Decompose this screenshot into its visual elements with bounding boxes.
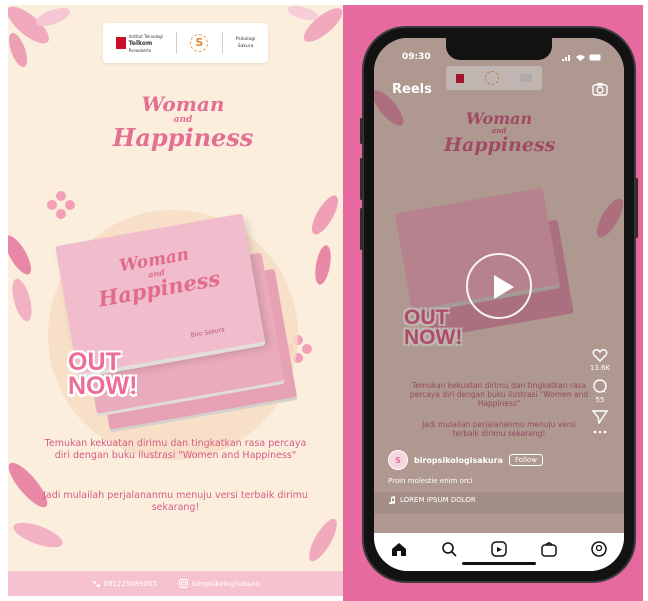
home-icon[interactable] — [391, 542, 407, 557]
share-action[interactable] — [592, 410, 608, 424]
like-action[interactable]: 13.6K — [590, 348, 610, 372]
reel-side-actions: 13.6K 55 — [586, 348, 614, 434]
more-action[interactable] — [593, 430, 607, 434]
canvas: Institut Teknologi Telkom Purwokerto S P… — [0, 0, 648, 601]
battery-icon — [589, 54, 601, 60]
nav-shop[interactable] — [539, 539, 559, 559]
leaf-decoration-top-left — [8, 6, 71, 68]
signal-icon — [562, 54, 570, 61]
poster-call-to-action: Jadi mulailah perjalananmu menuju versi … — [43, 490, 308, 513]
instagram-icon — [178, 579, 188, 588]
reel-caption[interactable]: Proin molestie enim orci — [388, 477, 472, 485]
username[interactable]: biropsikologisakura — [414, 456, 503, 465]
telkom-logo-line3: Purwokerto — [128, 47, 152, 53]
book-cover-title: Woman and Happiness — [89, 240, 226, 311]
book-author: Biro Sakura — [190, 326, 226, 340]
heart-icon[interactable] — [592, 348, 608, 362]
partner-logos-bar: Institut Teknologi Telkom Purwokerto S P… — [103, 23, 268, 63]
reels-icon[interactable] — [491, 541, 507, 557]
out-now-line-1: OUT — [68, 348, 121, 376]
poster-description: Temukan kekuatan dirimu dan tingkatkan r… — [44, 438, 307, 461]
nav-reels[interactable] — [489, 539, 509, 559]
sakura-s-logo: S — [190, 34, 209, 52]
logo-divider — [176, 32, 178, 54]
more-icon[interactable] — [593, 430, 607, 434]
title-line-1: Woman — [141, 92, 225, 116]
telkom-logo-line1: Institut Teknologi — [128, 33, 163, 39]
search-icon[interactable] — [441, 541, 457, 557]
send-icon[interactable] — [592, 410, 608, 424]
psikologi-logo-line1: Psikologi — [235, 37, 256, 42]
phone-side-button — [360, 158, 363, 200]
promo-poster: Institut Teknologi Telkom Purwokerto S P… — [8, 5, 343, 596]
profile-icon[interactable] — [591, 541, 607, 557]
status-time: 09:30 — [402, 52, 431, 62]
footer-phone-number: 081225089055 — [103, 579, 157, 588]
nav-search[interactable] — [439, 539, 459, 559]
phone-side-button — [360, 118, 363, 144]
home-indicator — [462, 562, 536, 565]
flower-decoration-left — [47, 191, 75, 219]
footer-phone: 081225089055 — [92, 580, 157, 588]
psikologi-sakura-logo: Psikologi Sakura — [236, 36, 256, 50]
title-line-3: Happiness — [112, 123, 254, 152]
nav-profile[interactable] — [589, 539, 609, 559]
footer-instagram-handle: biropsikologisakura — [191, 579, 260, 588]
follow-button[interactable]: Follow — [508, 454, 543, 466]
phone-mockup: Woman and Happiness OUT NOW! Temukan kek… — [360, 28, 638, 581]
psikologi-logo-line2: Sakura — [237, 44, 254, 49]
out-now-line-2: NOW! — [68, 372, 138, 400]
comment-count: 55 — [595, 396, 605, 404]
phone-screen: Woman and Happiness OUT NOW! Temukan kek… — [374, 38, 624, 571]
status-bar: 09:30 — [402, 52, 602, 62]
phone-icon — [92, 580, 100, 587]
bottom-navigation — [374, 533, 624, 571]
telkom-logo-line2: Telkom — [128, 39, 153, 47]
avatar[interactable]: S — [388, 450, 408, 470]
footer-instagram: biropsikologisakura — [178, 579, 260, 588]
out-now-badge: OUT NOW! — [68, 348, 138, 400]
sakura-s-mark: S — [190, 34, 209, 52]
poster-footer: 081225089055 biropsikologisakura — [8, 571, 343, 596]
leaf-decoration-top-right — [287, 5, 343, 42]
leaf-decoration-bottom-right — [309, 518, 337, 562]
phone-side-button — [360, 208, 363, 250]
music-row[interactable]: LOREM IPSUM DOLOR — [388, 496, 476, 504]
telkom-logo: Institut Teknologi Telkom Purwokerto — [115, 33, 163, 54]
telkom-icon — [115, 37, 126, 49]
comment-action[interactable]: 55 — [592, 378, 608, 404]
logo-divider — [221, 32, 223, 54]
poster-title: Woman and Happiness — [108, 93, 258, 151]
play-button[interactable] — [466, 253, 532, 319]
comment-icon[interactable] — [592, 378, 608, 394]
like-count: 13.6K — [589, 364, 611, 372]
wifi-icon — [576, 54, 585, 61]
nav-home[interactable] — [389, 539, 409, 559]
music-title: LOREM IPSUM DOLOR — [400, 496, 476, 504]
phone-power-button — [635, 178, 638, 238]
status-icons — [562, 52, 602, 62]
reels-header-title: Reels — [392, 82, 432, 97]
music-note-icon — [389, 496, 396, 504]
shop-icon[interactable] — [541, 541, 557, 557]
reel-user-row: S biropsikologisakura Follow — [388, 450, 543, 470]
camera-icon[interactable] — [592, 82, 608, 96]
